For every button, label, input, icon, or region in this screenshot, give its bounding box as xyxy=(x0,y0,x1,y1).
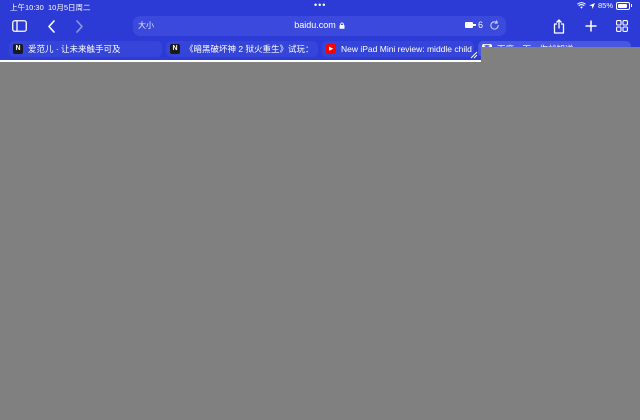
url-display[interactable]: baidu.com xyxy=(133,20,506,30)
sidebar-toggle-button[interactable] xyxy=(8,17,30,35)
tab-diablo[interactable]: N 《暗黑破坏神 2 狱火重生》试玩： xyxy=(166,41,318,57)
extensions-button[interactable]: 6 xyxy=(464,20,483,30)
battery-icon xyxy=(616,1,630,10)
ifanr-favicon-icon: N xyxy=(170,44,180,54)
chevron-left-icon xyxy=(47,19,55,33)
share-button[interactable] xyxy=(548,17,570,35)
tab-title: 爱范儿 · 让未来触手可及 xyxy=(28,44,121,54)
plus-icon xyxy=(585,20,597,32)
chevron-right-icon xyxy=(75,19,83,33)
tab-drag-overlay xyxy=(481,47,640,62)
reload-icon[interactable] xyxy=(489,20,500,31)
tab-title: New iPad Mini review: middle child xyxy=(341,44,472,54)
lock-icon xyxy=(339,22,345,29)
tab-ipad-mini[interactable]: ▶ New iPad Mini review: middle child xyxy=(322,41,474,57)
status-indicators: 85% xyxy=(577,1,632,10)
tab-title: 《暗黑破坏神 2 狱火重生》试玩： xyxy=(185,44,314,54)
url-text: baidu.com xyxy=(294,20,336,30)
youtube-favicon-icon: ▶ xyxy=(326,44,336,54)
status-date: 10月5日周二 xyxy=(48,3,91,12)
page-content[interactable] xyxy=(0,62,640,420)
tab-ifanr[interactable]: N 爱范儿 · 让未来触手可及 xyxy=(9,41,162,57)
extension-count: 6 xyxy=(477,20,483,30)
address-bar[interactable]: 大小 baidu.com 6 xyxy=(133,16,506,36)
sidebar-icon xyxy=(11,20,27,32)
location-icon xyxy=(588,2,595,9)
ifanr-favicon-icon: N xyxy=(13,44,23,54)
status-bar: 上午10:30 10月5日周二 ••• 85% xyxy=(0,0,640,12)
grid-icon xyxy=(616,20,628,32)
extension-icon xyxy=(464,22,476,28)
status-time: 上午10:30 xyxy=(10,3,44,12)
wifi-icon xyxy=(577,2,586,9)
battery-percent: 85% xyxy=(597,1,613,10)
new-tab-button[interactable] xyxy=(580,17,602,35)
forward-button[interactable] xyxy=(68,17,90,35)
back-button[interactable] xyxy=(40,17,62,35)
share-icon xyxy=(553,18,565,34)
resize-handle-icon[interactable] xyxy=(470,51,478,59)
multitasking-dots[interactable]: ••• xyxy=(314,0,326,10)
tab-overview-button[interactable] xyxy=(611,17,633,35)
